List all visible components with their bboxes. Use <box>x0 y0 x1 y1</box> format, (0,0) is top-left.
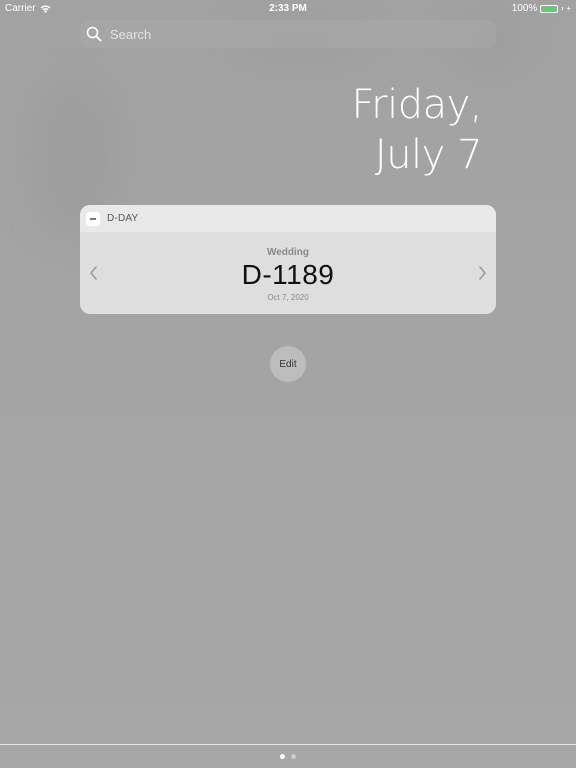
event-date: Oct 7, 2020 <box>267 293 309 302</box>
battery-percent: 100% <box>511 3 538 14</box>
status-bar: Carrier 2:33 PM 100% + <box>0 0 576 16</box>
widget-body[interactable]: Wedding D-1189 Oct 7, 2020 <box>80 232 496 314</box>
dday-count: D-1189 <box>241 259 335 290</box>
battery-icon <box>540 4 559 13</box>
battery-fill <box>542 6 557 11</box>
chevron-right-icon[interactable] <box>476 264 488 282</box>
status-right: 100% + <box>512 3 571 14</box>
search-input[interactable] <box>108 25 472 43</box>
page-dot-active[interactable] <box>280 754 285 759</box>
dday-widget[interactable]: D-DAY Wedding D-1189 Oct 7, 2020 <box>80 205 496 314</box>
date-display: Friday, July 7 <box>351 80 483 180</box>
edit-button[interactable]: Edit <box>270 346 306 382</box>
battery-tip <box>562 7 564 10</box>
dock-divider <box>0 744 576 745</box>
widget-title: D-DAY <box>107 213 139 224</box>
page-indicator[interactable] <box>0 754 576 759</box>
search-icon <box>86 26 102 42</box>
event-name: Wedding <box>266 247 310 258</box>
status-time: 2:33 PM <box>269 3 307 14</box>
page-dot[interactable] <box>291 754 296 759</box>
date-weekday: Friday, <box>351 82 483 128</box>
widget-header[interactable]: D-DAY <box>80 205 496 232</box>
dday-app-icon <box>86 211 100 226</box>
date-day: July 7 <box>374 132 483 178</box>
search-bar[interactable] <box>80 20 496 48</box>
charging-icon: + <box>566 4 571 13</box>
